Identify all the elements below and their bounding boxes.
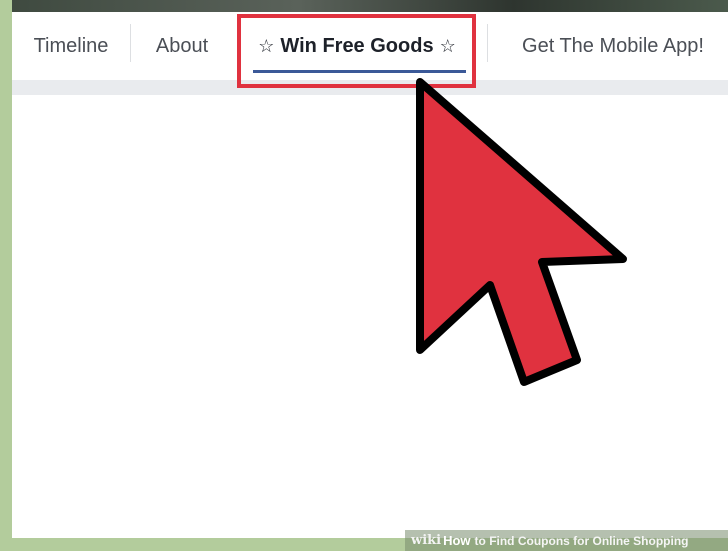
caption-how: How: [443, 533, 471, 548]
mouse-pointer-icon: [416, 78, 627, 386]
caption-title: to Find Coupons for Online Shopping: [474, 533, 689, 548]
screen: Timeline About ☆ Win Free Goods ☆ Get Th…: [12, 0, 728, 538]
caption-bar: wiki How to Find Coupons for Online Shop…: [405, 530, 728, 551]
wiki-brand-logo: wiki: [411, 533, 442, 548]
